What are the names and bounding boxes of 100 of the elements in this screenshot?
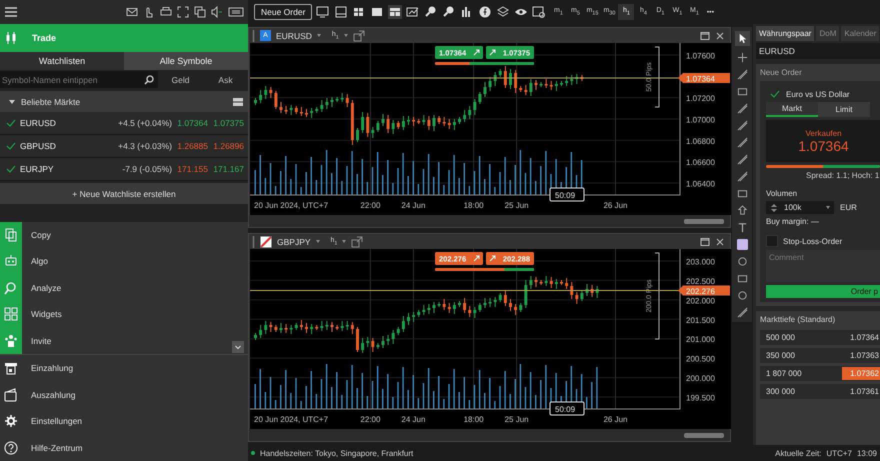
group-header[interactable]: Beliebte Märkte [0, 91, 248, 112]
panel-tab[interactable]: DoM [816, 26, 840, 41]
text-icon[interactable] [736, 222, 748, 233]
watchlist-row[interactable]: GBPUSD +4.3 (+0.03%) 1.26885 1.26896 [0, 135, 248, 158]
caret-icon[interactable] [9, 100, 15, 104]
nav-item[interactable]: Invite [0, 328, 248, 355]
watchlist-row[interactable]: EURUSD +4.5 (+0.04%) 1.07364 1.07375 [0, 112, 248, 135]
panel-tab[interactable]: Währungspaar [756, 26, 814, 41]
maximize-icon[interactable] [700, 236, 710, 246]
price-tag [678, 73, 730, 83]
nav-item[interactable]: Analyze [0, 274, 248, 301]
volume-field[interactable]: 100k [766, 201, 834, 214]
search-field[interactable]: Symbol-Namen eintippen [0, 71, 158, 88]
stepper-icon[interactable] [770, 202, 778, 212]
drag-handle-icon[interactable] [252, 236, 255, 248]
layout-icon[interactable] [388, 5, 402, 19]
atm-icon [4, 361, 18, 376]
menu-icon[interactable] [232, 96, 244, 108]
arrow-up-icon[interactable] [736, 205, 748, 216]
chart-symbol[interactable]: EURUSD [276, 30, 312, 40]
depth-volume: 1 807 000 [766, 369, 803, 378]
expand-icon[interactable] [177, 6, 189, 18]
horizontal-scrollbar[interactable] [249, 429, 730, 441]
new-order-button[interactable]: Neue Order [254, 4, 312, 20]
maximize-icon[interactable] [700, 30, 710, 40]
check-icon[interactable] [6, 141, 16, 151]
crosshair-icon[interactable] [736, 52, 748, 63]
copy-icon[interactable] [194, 6, 206, 18]
layers-icon[interactable] [496, 5, 510, 19]
sell-price-box[interactable] [435, 46, 483, 59]
nav-item[interactable]: Copy [0, 222, 248, 248]
speaker-icon[interactable] [211, 6, 223, 18]
change-value: +4.5 (+0.04%) [117, 118, 172, 128]
circle-icon[interactable] [736, 256, 748, 267]
nav-item[interactable]: Einstellungen [0, 408, 248, 434]
place-order-button[interactable]: Order p [766, 285, 880, 298]
candlestick-icon [4, 31, 18, 45]
envelope-icon[interactable] [126, 6, 138, 18]
close-icon[interactable] [715, 236, 725, 246]
currency-label: EUR [840, 203, 857, 212]
time-axis-label: 26 Jun [603, 415, 628, 424]
drag-handle-icon[interactable] [252, 30, 255, 42]
chevron-down-icon[interactable] [232, 341, 244, 353]
box-icon[interactable] [736, 86, 748, 97]
watchlist-tab[interactable]: Alle Symbole [124, 52, 248, 70]
nav-item[interactable]: Einzahlung [0, 355, 248, 382]
comment-field[interactable]: Comment [766, 250, 880, 282]
screen-icon[interactable] [228, 6, 244, 18]
dropdown-caret-icon[interactable] [344, 34, 348, 37]
link-icon[interactable] [352, 30, 365, 42]
watchlist-row[interactable]: EURJPY -7.9 (-0.05%) 171.155 171.167 [0, 158, 248, 181]
timezone-selector[interactable]: UTC+7 [826, 448, 852, 458]
menu-icon[interactable] [4, 5, 18, 19]
trading-hours-text: Handelszeiten: Tokyo, Singapore, Frankfurt [260, 448, 414, 458]
symbol-select[interactable]: EURUSD [756, 43, 880, 59]
current-price: 202.276 [686, 287, 715, 296]
chart-symbol[interactable]: GBPJPY [277, 236, 311, 246]
search-icon[interactable] [144, 74, 154, 84]
close-icon[interactable] [715, 30, 725, 40]
dropdown-caret-icon[interactable] [342, 240, 346, 243]
order-type-tab[interactable]: Limit [818, 102, 870, 117]
sell-price-box[interactable] [435, 252, 483, 265]
check-icon[interactable] [6, 118, 16, 128]
lines-icon[interactable] [736, 69, 748, 80]
printer-icon[interactable] [160, 6, 172, 18]
nav-item[interactable]: Widgets [0, 301, 248, 328]
price-axis-label: 1.07200 [686, 94, 715, 104]
monitor-icon[interactable] [316, 5, 330, 19]
countdown-box [550, 188, 584, 202]
nav-item[interactable]: Hilfe-Zentrum [0, 434, 248, 461]
bid-price: 1.26885 [176, 141, 208, 151]
nav-item[interactable]: Algo [0, 248, 248, 274]
dropdown-caret-icon[interactable] [316, 240, 320, 243]
stop-loss-checkbox[interactable] [766, 235, 778, 247]
sell-button[interactable]: Verkaufen 1.07364 [766, 120, 880, 162]
panel-tab[interactable]: Kalender [841, 26, 880, 41]
check-icon[interactable] [6, 164, 16, 174]
time-axis-label: 25 Jun [504, 201, 529, 210]
buy-price-box[interactable] [486, 252, 534, 265]
zoom-out-icon[interactable] [442, 5, 456, 19]
horizontal-scrollbar[interactable] [249, 215, 730, 227]
rect-icon[interactable] [736, 188, 748, 199]
link-icon[interactable] [351, 236, 364, 248]
zoom-in-icon[interactable] [424, 5, 438, 19]
layout-icon[interactable] [334, 5, 348, 19]
color-swatch[interactable] [736, 239, 748, 250]
line-icon[interactable] [736, 103, 748, 114]
chart-edit-icon[interactable] [406, 5, 420, 19]
nav-label: Copy [31, 230, 51, 240]
function-icon[interactable] [478, 5, 492, 19]
order-type-tab[interactable]: Markt [766, 102, 818, 117]
nav-item[interactable]: Auszahlung [0, 382, 248, 408]
price-axis-label: 1.06800 [686, 136, 715, 146]
new-watchlist-button[interactable]: + Neue Watchliste erstellen [0, 183, 248, 204]
cursor-icon[interactable] [734, 31, 750, 46]
dropdown-caret-icon[interactable] [316, 34, 321, 37]
square-icon[interactable] [370, 5, 384, 19]
watchlist-tab[interactable]: Watchlisten [0, 52, 124, 70]
countdown-box [550, 402, 584, 416]
buy-price-box[interactable] [486, 46, 534, 59]
